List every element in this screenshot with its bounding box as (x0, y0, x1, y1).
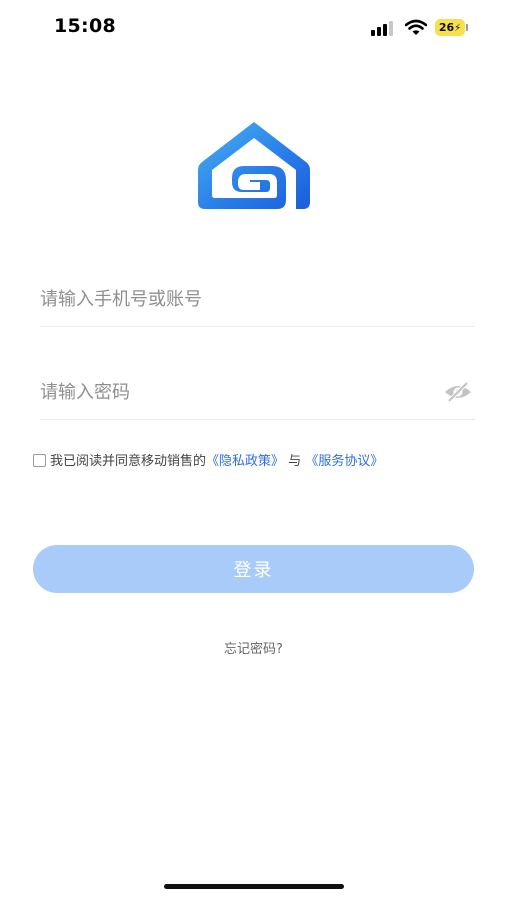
eye-off-icon[interactable] (443, 380, 473, 404)
password-field (40, 363, 475, 420)
agreement-connector: 与 (288, 454, 302, 469)
status-time: 15:08 (54, 15, 116, 37)
agreement-text: 我已阅读并同意移动销售的 (50, 454, 207, 469)
privacy-policy-link[interactable]: 《隐私政策》 (206, 454, 284, 469)
battery-level: 26 (438, 21, 455, 34)
password-input[interactable] (40, 375, 420, 409)
agreement-row: 我已阅读并同意移动销售的《隐私政策》 与 《服务协议》 (33, 451, 473, 473)
forgot-password-link[interactable]: 忘记密码? (0, 638, 507, 657)
battery-icon: 26⚡ (435, 19, 465, 36)
agreement-checkbox[interactable] (33, 453, 46, 467)
battery-tip (466, 24, 468, 31)
app-logo-house-icon (198, 122, 310, 209)
account-input[interactable] (40, 282, 420, 316)
service-agreement-link[interactable]: 《服务协议》 (305, 454, 383, 469)
cellular-signal-icon (371, 20, 397, 36)
account-field (40, 270, 475, 327)
wifi-icon (405, 19, 427, 35)
login-button[interactable]: 登录 (33, 545, 474, 593)
home-indicator (164, 884, 344, 889)
status-bar: 15:08 26⚡ (0, 0, 507, 56)
